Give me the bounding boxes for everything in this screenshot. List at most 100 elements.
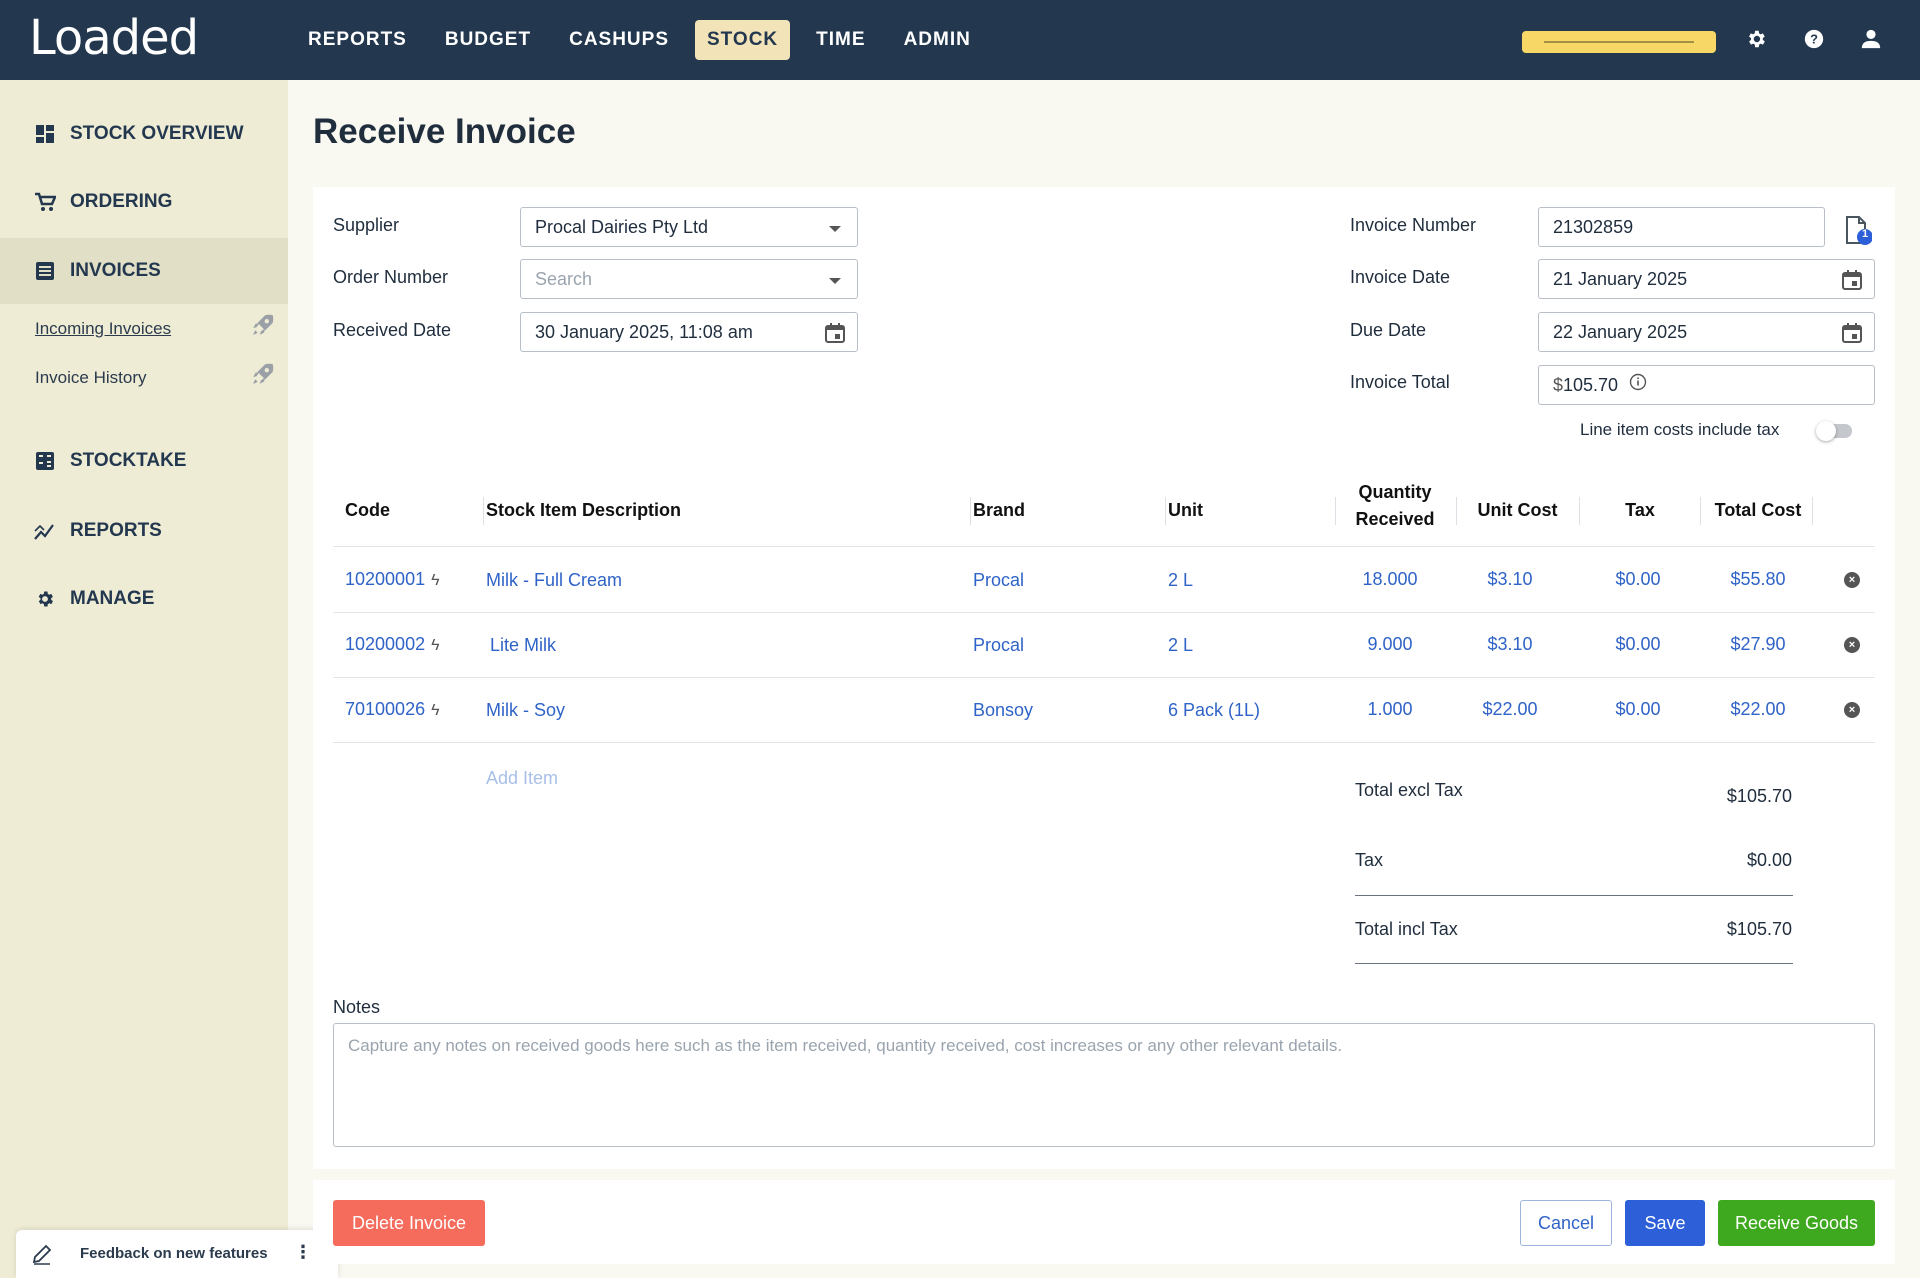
rocket-icon: [250, 361, 276, 387]
help-icon[interactable]: ?: [1799, 24, 1829, 54]
sidebar-item-stock-overview[interactable]: STOCK OVERVIEW: [0, 101, 288, 167]
sidebar-item-label: MANAGE: [70, 588, 155, 609]
sidebar-subitem-incoming-invoices[interactable]: Incoming Invoices: [35, 319, 171, 339]
column-divider: [483, 497, 484, 525]
row-code: 10200002: [345, 634, 426, 654]
chart-icon: [34, 520, 56, 542]
chevron-down-icon: [829, 278, 841, 284]
row-tax[interactable]: $0.00: [1588, 569, 1688, 590]
attachment-icon[interactable]: 1: [1844, 215, 1873, 249]
sidebar-item-stocktake[interactable]: STOCKTAKE: [0, 428, 288, 494]
nav-budget[interactable]: BUDGET: [433, 20, 543, 60]
row-brand[interactable]: Bonsoy: [973, 700, 1033, 721]
invoice-total-value: 105.70: [1563, 375, 1619, 395]
sidebar-item-label: ORDERING: [70, 191, 173, 212]
info-icon[interactable]: [1629, 373, 1647, 396]
chevron-down-icon: [829, 226, 841, 232]
notes-textarea[interactable]: Capture any notes on received goods here…: [333, 1023, 1875, 1147]
total-incl-label: Total incl Tax: [1355, 919, 1458, 939]
nav-stock[interactable]: STOCK: [695, 20, 791, 60]
sidebar-item-reports[interactable]: REPORTS: [0, 498, 288, 564]
row-tax[interactable]: $0.00: [1588, 634, 1688, 655]
row-unit[interactable]: 2 L: [1168, 635, 1193, 656]
row-description[interactable]: Lite Milk: [490, 635, 556, 656]
col-code: Code: [345, 500, 390, 520]
sidebar-item-ordering[interactable]: ORDERING: [0, 169, 288, 235]
column-divider: [1700, 497, 1701, 525]
supplier-label: Supplier: [333, 215, 400, 235]
calendar-icon[interactable]: [1840, 321, 1864, 345]
tax-label: Tax: [1355, 850, 1384, 870]
col-description: Stock Item Description: [486, 500, 682, 520]
sidebar-item-label: STOCK OVERVIEW: [70, 123, 244, 144]
due-date-label: Due Date: [1350, 320, 1427, 340]
pencil-icon: [30, 1242, 54, 1270]
user-icon[interactable]: [1856, 24, 1886, 54]
row-code-link[interactable]: 10200002 ϟ: [345, 634, 440, 655]
receive-goods-button[interactable]: Receive Goods: [1718, 1200, 1875, 1246]
more-options-icon[interactable]: ⋮: [294, 1242, 312, 1263]
nav-cashups[interactable]: CASHUPS: [557, 20, 681, 60]
tax-value: $0.00: [1746, 850, 1792, 870]
save-button[interactable]: Save: [1625, 1200, 1705, 1246]
cart-icon: [34, 191, 56, 213]
add-item-link[interactable]: Add Item: [486, 768, 558, 789]
row-brand[interactable]: Procal: [973, 570, 1024, 591]
gear-icon[interactable]: [1741, 24, 1771, 54]
order-number-select[interactable]: Search: [520, 259, 858, 299]
supplier-select[interactable]: Procal Dairies Pty Ltd: [520, 207, 858, 247]
row-quantity[interactable]: 9.000: [1340, 634, 1440, 655]
delete-invoice-button[interactable]: Delete Invoice: [333, 1200, 485, 1246]
calendar-icon[interactable]: [823, 321, 847, 345]
sidebar-item-manage[interactable]: MANAGE: [0, 566, 288, 632]
row-code: 70100026: [345, 699, 426, 719]
row-total[interactable]: $27.90: [1708, 634, 1808, 655]
row-code-link[interactable]: 10200001 ϟ: [345, 569, 440, 590]
invoice-total-input[interactable]: $105.70: [1538, 365, 1875, 405]
row-unit[interactable]: 2 L: [1168, 570, 1193, 591]
row-tax[interactable]: $0.00: [1588, 699, 1688, 720]
row-unit-cost[interactable]: $22.00: [1460, 699, 1560, 720]
row-quantity[interactable]: 1.000: [1340, 699, 1440, 720]
invoice-number-input[interactable]: 21302859: [1538, 207, 1825, 247]
sidebar-item-invoices[interactable]: INVOICES: [0, 238, 288, 304]
nav-time[interactable]: TIME: [804, 20, 877, 60]
row-code-link[interactable]: 70100026 ϟ: [345, 699, 440, 720]
col-quantity-line2: Received: [1355, 509, 1435, 529]
svg-text:?: ?: [1810, 32, 1818, 47]
totals-divider: [1355, 963, 1793, 964]
received-date-field[interactable]: 30 January 2025, 11:08 am: [520, 312, 858, 352]
row-total[interactable]: $55.80: [1708, 569, 1808, 590]
row-unit[interactable]: 6 Pack (1L): [1168, 700, 1260, 721]
due-date-field[interactable]: 22 January 2025: [1538, 312, 1875, 352]
row-description[interactable]: Milk - Full Cream: [486, 570, 622, 591]
lightning-icon: ϟ: [431, 702, 440, 719]
row-description[interactable]: Milk - Soy: [486, 700, 565, 721]
row-unit-cost[interactable]: $3.10: [1460, 569, 1560, 590]
venue-selector[interactable]: [1522, 31, 1716, 53]
calendar-icon[interactable]: [1840, 268, 1864, 292]
row-quantity[interactable]: 18.000: [1340, 569, 1440, 590]
feedback-widget[interactable]: Feedback on new features ⋮: [16, 1230, 338, 1278]
total-excl-label: Total excl Tax: [1355, 780, 1463, 800]
nav-admin[interactable]: ADMIN: [892, 20, 983, 60]
col-brand: Brand: [973, 500, 1026, 520]
tax-toggle-label: Line item costs include tax: [1580, 420, 1780, 439]
row-unit-cost[interactable]: $3.10: [1460, 634, 1560, 655]
totals-divider: [1355, 895, 1793, 896]
dashboard-icon: [34, 123, 56, 145]
nav-reports[interactable]: REPORTS: [296, 20, 419, 60]
remove-row-icon[interactable]: ×: [1844, 702, 1860, 718]
app-logo[interactable]: Loaded: [29, 10, 199, 66]
row-total[interactable]: $22.00: [1708, 699, 1808, 720]
sidebar-subitem-invoice-history[interactable]: Invoice History: [35, 368, 146, 388]
row-brand[interactable]: Procal: [973, 635, 1024, 656]
invoice-date-field[interactable]: 21 January 2025: [1538, 259, 1875, 299]
remove-row-icon[interactable]: ×: [1844, 637, 1860, 653]
gear-icon: [34, 588, 56, 610]
remove-row-icon[interactable]: ×: [1844, 572, 1860, 588]
cancel-button[interactable]: Cancel: [1520, 1200, 1612, 1246]
tax-inclusive-toggle[interactable]: [1816, 421, 1852, 441]
supplier-value: Procal Dairies Pty Ltd: [535, 217, 709, 237]
column-divider: [1812, 497, 1813, 525]
